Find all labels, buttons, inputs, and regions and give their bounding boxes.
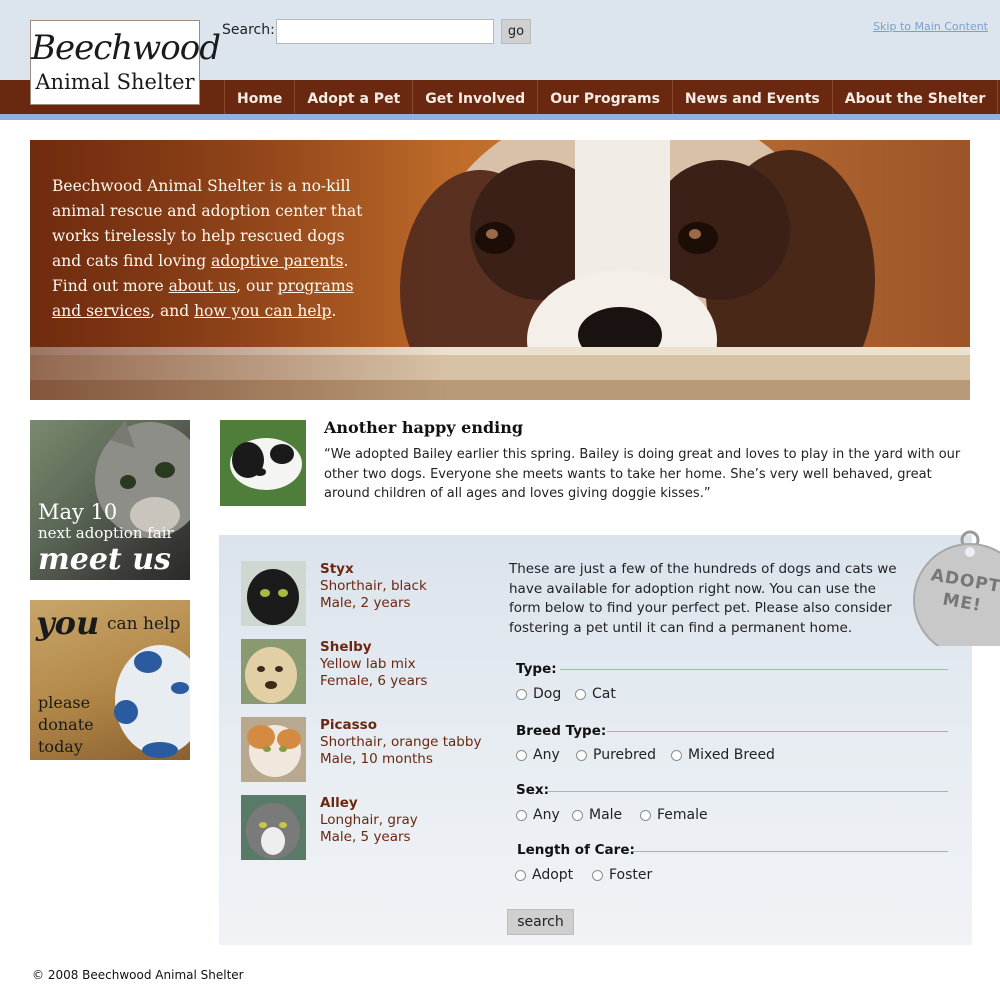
logo-line2: Animal Shelter [35,70,195,94]
pet-breed: Shorthair, black [320,578,427,594]
pet-card-picasso[interactable]: Picasso Shorthair, orange tabby Male, 10… [241,717,491,783]
radio-button[interactable] [592,869,603,881]
orange-tabby-cat-icon [241,717,306,782]
nav-item-adopt-a-pet[interactable]: Adopt a Pet [295,80,414,114]
black-cat-icon [241,561,306,626]
pet-age: Male, 2 years [320,595,411,611]
fair-text: next adoption fair [38,524,174,542]
search-input[interactable] [276,19,494,44]
testimonial-body: “We adopted Bailey earlier this spring. … [324,447,961,501]
logo-line1: Beechwood [31,28,221,68]
pet-breed: Yellow lab mix [320,656,416,672]
breed-option-purebred[interactable]: Purebred [576,747,656,763]
site-logo[interactable]: Beechwood Animal Shelter [30,20,221,105]
radio-button[interactable] [572,809,583,821]
bailey-dog-photo [220,420,306,506]
pet-photo [241,795,306,860]
pet-photo [241,639,306,704]
type-rule [560,669,948,670]
nav-accent-stripe [0,114,1000,120]
nav-item-get-involved[interactable]: Get Involved [413,80,539,114]
breed-type-legend: Breed Type: [516,723,607,739]
main-nav: Home Adopt a Pet Get Involved Our Progra… [224,80,999,114]
pet-age: Male, 5 years [320,829,411,845]
care-option-foster[interactable]: Foster [592,867,652,883]
care-option-adopt[interactable]: Adopt [515,867,573,883]
pet-breed: Shorthair, orange tabby [320,734,482,750]
testimonial-title: Another happy ending [324,418,524,437]
donate-promo[interactable]: you can help please donate today [30,600,190,760]
pet-search-button[interactable]: search [507,909,574,935]
sex-rule [548,791,948,792]
about-us-link[interactable]: about us [169,277,237,295]
sex-legend: Sex: [516,782,549,798]
pet-name[interactable]: Picasso [320,717,377,733]
adoption-intro: These are just a few of the hundreds of … [509,561,897,637]
dog-photo-icon [220,420,306,506]
care-rule [633,851,948,852]
type-option-cat[interactable]: Cat [575,686,616,702]
pet-breed: Longhair, gray [320,812,418,828]
hero-text: Beechwood Animal Shelter is a no-kill an… [52,177,363,320]
donate-text: please donate today [38,693,94,756]
breed-option-any[interactable]: Any [516,747,560,763]
nav-item-our-programs[interactable]: Our Programs [538,80,673,114]
pet-name[interactable]: Styx [320,561,354,577]
go-button[interactable]: go [501,19,531,44]
help-you-text: you [36,604,100,642]
nav-item-about-the-shelter[interactable]: About the Shelter [833,80,999,114]
care-legend: Length of Care: [517,842,635,858]
pet-age: Female, 6 years [320,673,428,689]
pet-age: Male, 10 months [320,751,433,767]
pet-name[interactable]: Alley [320,795,358,811]
help-can-text: can help [107,614,181,634]
radio-button[interactable] [515,869,526,881]
pet-card-shelby[interactable]: Shelby Yellow lab mix Female, 6 years [241,639,491,705]
type-option-dog[interactable]: Dog [516,686,561,702]
adoption-fair-promo[interactable]: May 10 next adoption fair meet us [30,420,190,580]
adopt-me-tag: ADOPT ME! [910,530,1000,646]
sex-option-male[interactable]: Male [572,807,622,823]
gray-cat-icon [241,795,306,860]
radio-button[interactable] [575,688,586,700]
pet-photo [241,561,306,626]
how-you-can-help-link[interactable]: how you can help [194,302,331,320]
type-legend: Type: [516,661,557,677]
breed-rule [607,731,948,732]
radio-button[interactable] [640,809,651,821]
pet-card-styx[interactable]: Styx Shorthair, black Male, 2 years [241,561,491,627]
pet-name[interactable]: Shelby [320,639,372,655]
breed-option-mixed[interactable]: Mixed Breed [671,747,775,763]
yellow-dog-icon [241,639,306,704]
pet-card-alley[interactable]: Alley Longhair, gray Male, 5 years [241,795,491,861]
pet-photo [241,717,306,782]
adoptive-parents-link[interactable]: adoptive parents [211,252,343,270]
footer-copyright: © 2008 Beechwood Animal Shelter [32,968,244,982]
nav-item-news-and-events[interactable]: News and Events [673,80,833,114]
hero-banner: Beechwood Animal Shelter is a no-kill an… [30,140,970,400]
radio-button[interactable] [516,749,527,761]
skip-to-main-link[interactable]: Skip to Main Content [873,20,988,33]
search-label: Search: [222,22,275,38]
fair-date: May 10 [38,500,118,524]
sex-option-any[interactable]: Any [516,807,560,823]
radio-button[interactable] [671,749,682,761]
sex-option-female[interactable]: Female [640,807,708,823]
fair-cta: meet us [38,542,171,577]
nav-item-home[interactable]: Home [225,80,296,114]
radio-button[interactable] [576,749,587,761]
radio-button[interactable] [516,688,527,700]
radio-button[interactable] [516,809,527,821]
